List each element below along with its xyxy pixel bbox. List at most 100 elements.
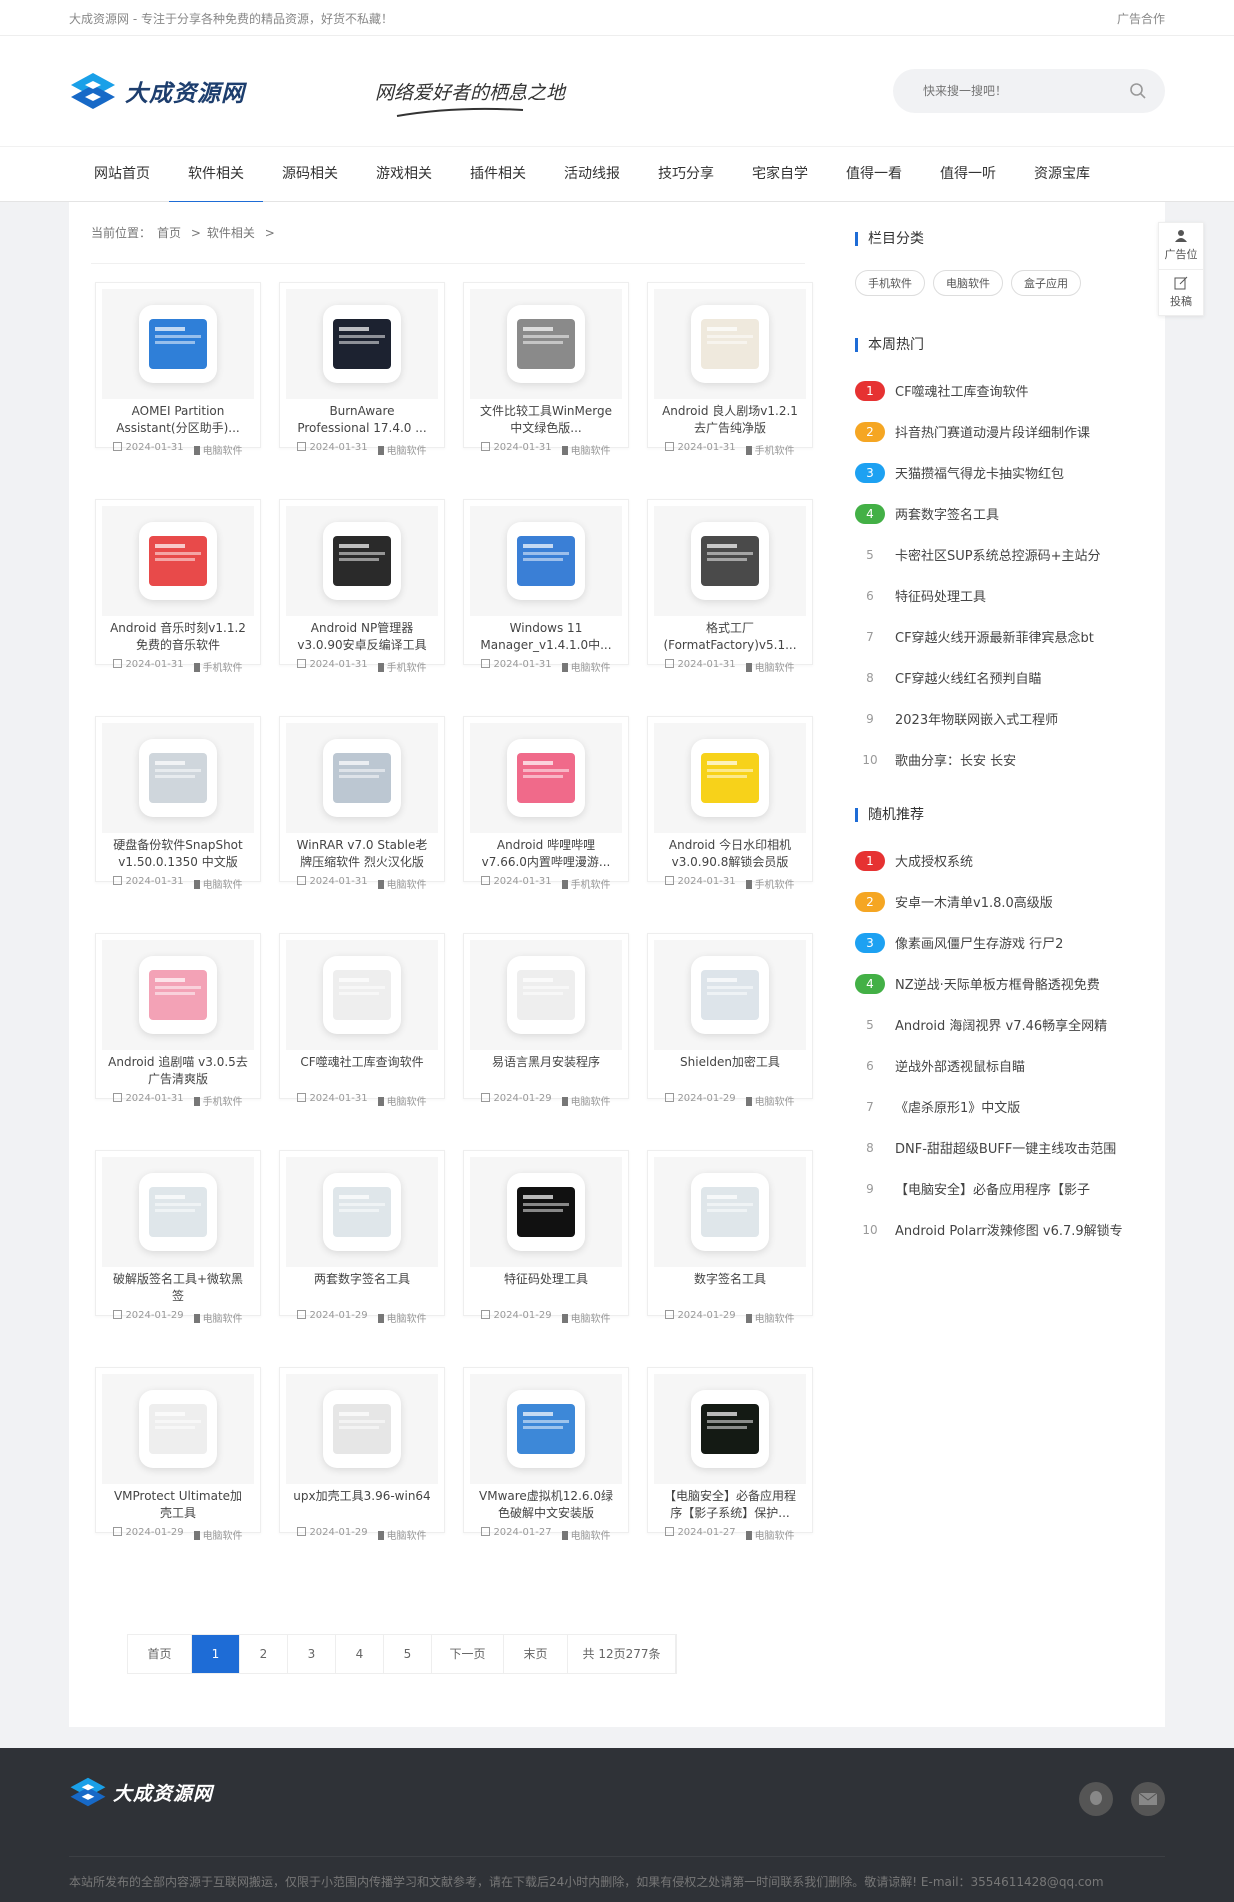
post-category[interactable]: 电脑软件 (193, 1310, 243, 1325)
list-item[interactable]: 2 安卓一木清单v1.8.0高级版 (855, 881, 1145, 922)
post-thumbnail[interactable] (654, 940, 806, 1050)
post-category[interactable]: 电脑软件 (745, 1093, 795, 1108)
post-card[interactable]: Android 音乐时刻v1.1.2免费的音乐软件 2024-01-31 手机软件 (95, 499, 261, 674)
post-title[interactable]: Android NP管理器v3.0.90安卓反编译工具 (286, 620, 438, 654)
pagination-item[interactable]: 4 (336, 1635, 384, 1673)
list-item-title[interactable]: 《虐杀原形1》中文版 (895, 1097, 1145, 1116)
list-item[interactable]: 10 歌曲分享：长安 长安 (855, 739, 1145, 780)
category-tag[interactable]: 电脑软件 (933, 270, 1003, 296)
pagination-item[interactable]: 5 (384, 1635, 432, 1673)
post-title[interactable]: Android 追剧喵 v3.0.5去广告清爽版 (102, 1054, 254, 1088)
list-item[interactable]: 2 抖音热门赛道动漫片段详细制作课 (855, 411, 1145, 452)
site-logo[interactable]: 大成资源网 (69, 71, 245, 111)
list-item[interactable]: 1 CF噬魂社工库查询软件 (855, 370, 1145, 411)
post-thumbnail[interactable] (102, 940, 254, 1050)
post-card[interactable]: 破解版签名工具+微软黑签 2024-01-29 电脑软件 (95, 1150, 261, 1325)
post-card[interactable]: 数字签名工具 2024-01-29 电脑软件 (647, 1150, 813, 1325)
list-item-title[interactable]: 安卓一木清单v1.8.0高级版 (895, 892, 1145, 911)
nav-item[interactable]: 活动线报 (545, 147, 639, 203)
post-title[interactable]: Android 今日水印相机v3.0.90.8解锁会员版 (654, 837, 806, 871)
list-item-title[interactable]: 卡密社区SUP系统总控源码+主站分 (895, 545, 1145, 564)
post-card[interactable]: Android 追剧喵 v3.0.5去广告清爽版 2024-01-31 手机软件 (95, 933, 261, 1108)
pagination-item[interactable]: 末页 (504, 1635, 568, 1673)
post-title[interactable]: 格式工厂(FormatFactory)v5.1... (654, 620, 806, 654)
post-category[interactable]: 手机软件 (193, 1093, 243, 1108)
post-category[interactable]: 手机软件 (193, 659, 243, 674)
list-item-title[interactable]: NZ逆战·天际单板方框骨骼透视免费 (895, 974, 1145, 993)
post-category[interactable]: 电脑软件 (377, 1310, 427, 1325)
post-title[interactable]: AOMEI Partition Assistant(分区助手)... (102, 403, 254, 437)
list-item[interactable]: 1 大成授权系统 (855, 840, 1145, 881)
post-title[interactable]: 【电脑安全】必备应用程序【影子系统】保护... (654, 1488, 806, 1522)
ad-cooperation-link[interactable]: 广告合作 (1117, 10, 1165, 27)
post-thumbnail[interactable] (102, 289, 254, 399)
post-thumbnail[interactable] (286, 506, 438, 616)
post-title[interactable]: Android 哔哩哔哩v7.66.0内置哔哩漫游... (470, 837, 622, 871)
list-item-title[interactable]: CF噬魂社工库查询软件 (895, 381, 1145, 400)
post-card[interactable]: BurnAware Professional 17.4.0 ... 2024-01… (279, 282, 445, 457)
post-card[interactable]: VMProtect Ultimate加壳工具 2024-01-29 电脑软件 (95, 1367, 261, 1542)
pagination-item[interactable]: 3 (288, 1635, 336, 1673)
post-thumbnail[interactable] (654, 1374, 806, 1484)
post-title[interactable]: 两套数字签名工具 (286, 1271, 438, 1305)
list-item[interactable]: 9 【电脑安全】必备应用程序【影子 (855, 1168, 1145, 1209)
list-item-title[interactable]: Android Polarr泼辣修图 v6.7.9解锁专 (895, 1220, 1145, 1239)
post-title[interactable]: 特征码处理工具 (470, 1271, 622, 1305)
mail-icon[interactable] (1131, 1782, 1165, 1816)
post-card[interactable]: 两套数字签名工具 2024-01-29 电脑软件 (279, 1150, 445, 1325)
list-item[interactable]: 6 逆战外部透视鼠标自瞄 (855, 1045, 1145, 1086)
post-title[interactable]: BurnAware Professional 17.4.0 ... (286, 403, 438, 437)
post-category[interactable]: 电脑软件 (193, 876, 243, 891)
search-input[interactable] (923, 84, 1129, 98)
post-card[interactable]: Android 今日水印相机v3.0.90.8解锁会员版 2024-01-31 手机… (647, 716, 813, 891)
list-item-title[interactable]: 像素画风僵尸生存游戏 行尸2 (895, 933, 1145, 952)
post-thumbnail[interactable] (102, 1374, 254, 1484)
list-item[interactable]: 5 Android 海阔视界 v7.46畅享全网精 (855, 1004, 1145, 1045)
post-thumbnail[interactable] (470, 1157, 622, 1267)
nav-item[interactable]: 游戏相关 (357, 147, 451, 203)
post-thumbnail[interactable] (286, 1157, 438, 1267)
post-category[interactable]: 电脑软件 (561, 1527, 611, 1542)
pagination-item[interactable]: 首页 (128, 1635, 192, 1673)
breadcrumb-category[interactable]: 软件相关 (207, 226, 255, 240)
post-card[interactable]: Windows 11 Manager_v1.4.1.0中... 2024-01-3… (463, 499, 629, 674)
list-item-title[interactable]: Android 海阔视界 v7.46畅享全网精 (895, 1015, 1145, 1034)
post-thumbnail[interactable] (654, 289, 806, 399)
post-category[interactable]: 手机软件 (377, 659, 427, 674)
list-item[interactable]: 7 《虐杀原形1》中文版 (855, 1086, 1145, 1127)
post-title[interactable]: CF噬魂社工库查询软件 (286, 1054, 438, 1088)
list-item[interactable]: 4 两套数字签名工具 (855, 493, 1145, 534)
list-item[interactable]: 10 Android Polarr泼辣修图 v6.7.9解锁专 (855, 1209, 1145, 1250)
post-card[interactable]: VMware虚拟机12.6.0绿色破解中文安装版 2024-01-27 电脑软件 (463, 1367, 629, 1542)
list-item[interactable]: 8 CF穿越火线红名预判自瞄 (855, 657, 1145, 698)
post-thumbnail[interactable] (654, 723, 806, 833)
post-category[interactable]: 电脑软件 (745, 659, 795, 674)
list-item[interactable]: 3 天猫攒福气得龙卡抽实物红包 (855, 452, 1145, 493)
breadcrumb-home[interactable]: 首页 (157, 226, 181, 240)
post-card[interactable]: upx加壳工具3.96-win64 2024-01-29 电脑软件 (279, 1367, 445, 1542)
nav-item[interactable]: 值得一看 (827, 147, 921, 203)
post-card[interactable]: Android 哔哩哔哩v7.66.0内置哔哩漫游... 2024-01-31 手机… (463, 716, 629, 891)
post-card[interactable]: AOMEI Partition Assistant(分区助手)... 2024-0… (95, 282, 261, 457)
list-item-title[interactable]: CF穿越火线开源最新菲律宾悬念bt (895, 627, 1145, 646)
list-item-title[interactable]: 天猫攒福气得龙卡抽实物红包 (895, 463, 1145, 482)
nav-item[interactable]: 源码相关 (263, 147, 357, 203)
post-thumbnail[interactable] (286, 289, 438, 399)
pagination-item[interactable]: 下一页 (432, 1635, 504, 1673)
list-item[interactable]: 6 特征码处理工具 (855, 575, 1145, 616)
list-item[interactable]: 8 DNF-甜甜超级BUFF一键主线攻击范围 (855, 1127, 1145, 1168)
post-card[interactable]: Android NP管理器v3.0.90安卓反编译工具 2024-01-31 手机软… (279, 499, 445, 674)
post-category[interactable]: 手机软件 (745, 876, 795, 891)
list-item-title[interactable]: CF穿越火线红名预判自瞄 (895, 668, 1145, 687)
footer-logo[interactable]: 大成资源网 (69, 1776, 213, 1808)
list-item-title[interactable]: 2023年物联网嵌入式工程师 (895, 709, 1145, 728)
post-card[interactable]: 特征码处理工具 2024-01-29 电脑软件 (463, 1150, 629, 1325)
list-item-title[interactable]: 两套数字签名工具 (895, 504, 1145, 523)
list-item[interactable]: 9 2023年物联网嵌入式工程师 (855, 698, 1145, 739)
post-thumbnail[interactable] (470, 1374, 622, 1484)
nav-item[interactable]: 技巧分享 (639, 147, 733, 203)
category-tag[interactable]: 盒子应用 (1011, 270, 1081, 296)
post-title[interactable]: 文件比较工具WinMerge中文绿色版... (470, 403, 622, 437)
post-category[interactable]: 电脑软件 (193, 442, 243, 457)
post-card[interactable]: 易语言黑月安装程序 2024-01-29 电脑软件 (463, 933, 629, 1108)
